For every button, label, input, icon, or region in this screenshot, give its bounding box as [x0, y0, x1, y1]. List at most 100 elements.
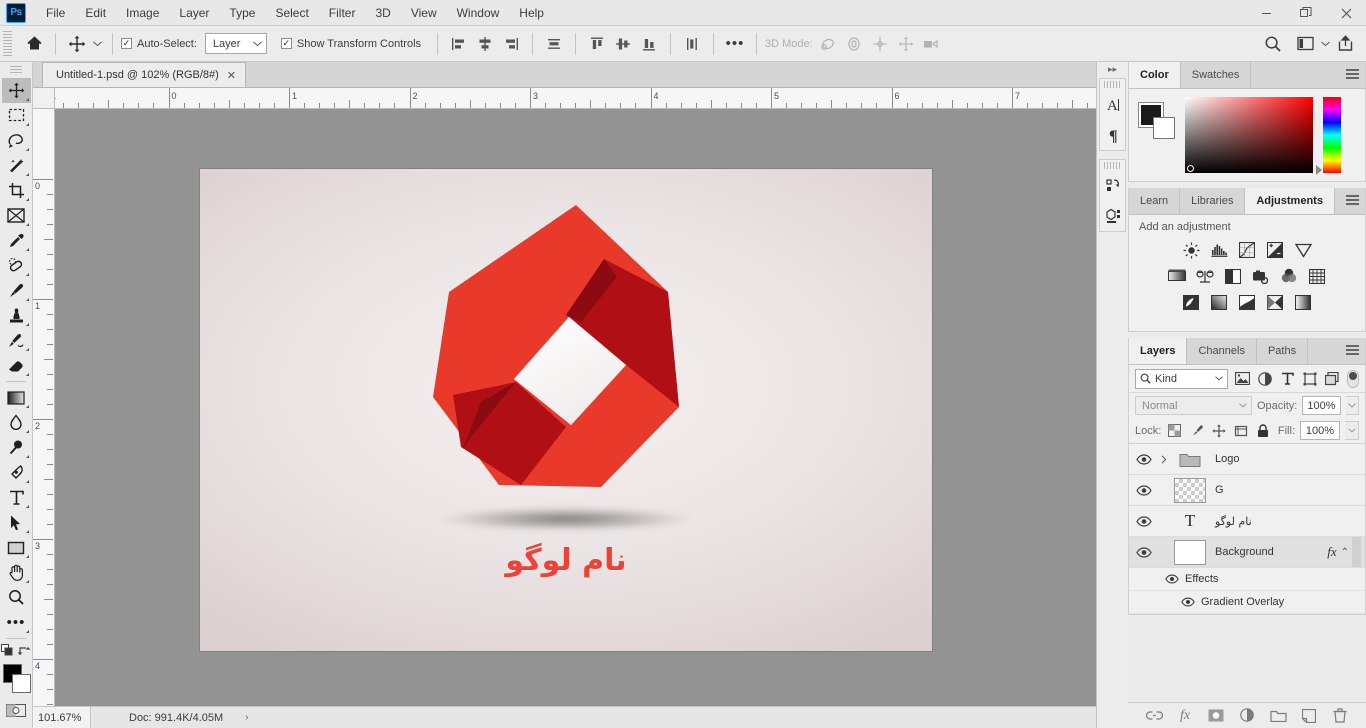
zoom-level-field[interactable]: 101.67% — [33, 707, 91, 728]
options-bar-grip[interactable] — [3, 30, 12, 57]
layer-row-background[interactable]: Background fx ⌃ — [1129, 537, 1365, 568]
background-color-swatch[interactable] — [11, 674, 31, 693]
filter-type-icon[interactable] — [1280, 371, 1296, 387]
opacity-stepper[interactable] — [1345, 396, 1359, 415]
healing-brush-tool[interactable] — [2, 253, 31, 278]
menu-3d[interactable]: 3D — [365, 2, 400, 24]
black-white-icon[interactable] — [1224, 267, 1243, 285]
auto-select-checkbox-box[interactable]: ✓ — [121, 38, 132, 49]
expand-panels-icon[interactable]: ▸▸ — [1097, 62, 1128, 76]
vertical-ruler[interactable]: 0 1 2 3 4 — [33, 109, 55, 706]
auto-select-scope-dropdown[interactable]: Layer — [204, 33, 267, 54]
type-tool[interactable] — [2, 485, 31, 510]
threshold-icon[interactable] — [1238, 293, 1257, 311]
align-right-edges-icon[interactable] — [498, 31, 524, 57]
layer-list-scrollbar[interactable] — [1352, 537, 1361, 567]
eye-icon[interactable] — [1129, 546, 1159, 558]
rail-grip[interactable] — [1104, 81, 1121, 88]
pen-tool[interactable] — [2, 460, 31, 485]
menu-layer[interactable]: Layer — [169, 2, 219, 24]
brightness-contrast-icon[interactable] — [1182, 241, 1201, 259]
fill-stepper[interactable] — [1345, 421, 1359, 440]
document-tab[interactable]: Untitled-1.psd @ 102% (RGB/8#) ✕ — [42, 62, 247, 87]
crop-tool[interactable] — [2, 178, 31, 203]
workspace-icon[interactable] — [1292, 31, 1318, 57]
status-expand-icon[interactable]: › — [245, 712, 248, 723]
new-group-icon[interactable] — [1269, 707, 1287, 725]
distribute-horizontal-icon[interactable] — [541, 31, 567, 57]
actions-panel-icon[interactable] — [1100, 171, 1128, 201]
eye-icon[interactable] — [1129, 453, 1159, 465]
hue-slider-handle[interactable] — [1316, 165, 1322, 175]
paragraph-panel-icon[interactable]: ¶ — [1100, 120, 1128, 150]
layer-row-logo[interactable]: Logo — [1129, 444, 1365, 475]
chevron-down-icon[interactable] — [1318, 31, 1332, 57]
tab-libraries[interactable]: Libraries — [1180, 188, 1246, 214]
filter-adjustment-icon[interactable] — [1257, 371, 1273, 387]
tab-color[interactable]: Color — [1129, 62, 1181, 88]
layer-row-text[interactable]: T نام لوگو — [1129, 506, 1365, 537]
zoom-camera-3d-icon[interactable] — [919, 31, 945, 57]
minimize-button[interactable] — [1246, 0, 1286, 26]
photo-filter-icon[interactable] — [1252, 267, 1271, 285]
eye-icon[interactable] — [1181, 597, 1195, 607]
more-options-button[interactable]: ••• — [722, 31, 748, 57]
magic-wand-tool[interactable] — [2, 153, 31, 178]
menu-filter[interactable]: Filter — [319, 2, 366, 24]
tab-channels[interactable]: Channels — [1187, 338, 1257, 364]
auto-select-checkbox[interactable]: ✓ Auto-Select: — [121, 38, 197, 50]
dodge-tool[interactable] — [2, 435, 31, 460]
horizontal-ruler[interactable]: 1 0 1 2 3 4 5 6 7 — [55, 88, 1096, 109]
menu-window[interactable]: Window — [447, 2, 510, 24]
invert-icon[interactable] — [1182, 293, 1201, 311]
collapse-effects-icon[interactable]: ⌃ — [1341, 547, 1352, 558]
distribute-vertical-icon[interactable] — [679, 31, 705, 57]
swap-colors-icon[interactable] — [18, 644, 31, 657]
lock-transparent-pixels-icon[interactable] — [1166, 422, 1183, 439]
chevron-right-icon[interactable] — [1159, 454, 1169, 464]
add-layer-style-icon[interactable]: fx — [1176, 707, 1194, 725]
blur-tool[interactable] — [2, 410, 31, 435]
eye-icon[interactable] — [1129, 484, 1159, 496]
opacity-value[interactable]: 100% — [1302, 396, 1341, 415]
orbit-3d-icon[interactable] — [815, 31, 841, 57]
filter-shape-icon[interactable] — [1302, 371, 1318, 387]
close-icon[interactable]: ✕ — [227, 69, 236, 82]
quick-mask-button[interactable] — [5, 702, 27, 718]
default-colors-icon[interactable] — [1, 643, 14, 657]
eraser-tool[interactable] — [2, 353, 31, 378]
new-adjustment-layer-icon[interactable] — [1238, 707, 1256, 725]
align-top-edges-icon[interactable] — [584, 31, 610, 57]
layer-row-g[interactable]: G — [1129, 475, 1365, 506]
panel-menu-icon[interactable] — [1346, 345, 1359, 357]
lock-image-pixels-icon[interactable] — [1188, 422, 1205, 439]
show-transform-controls-checkbox[interactable]: ✓ Show Transform Controls — [280, 38, 421, 50]
menu-select[interactable]: Select — [265, 2, 318, 24]
menu-type[interactable]: Type — [219, 2, 265, 24]
gradient-tool[interactable] — [2, 385, 31, 410]
eye-icon[interactable] — [1165, 574, 1179, 584]
edit-toolbar-tool[interactable]: ••• — [2, 610, 31, 635]
lasso-tool[interactable] — [2, 128, 31, 153]
tab-adjustments[interactable]: Adjustments — [1245, 188, 1335, 214]
blend-mode-dropdown[interactable]: Normal — [1135, 396, 1252, 415]
eye-icon[interactable] — [1129, 515, 1159, 527]
roll-3d-icon[interactable] — [841, 31, 867, 57]
tool-preset-chevron-icon[interactable] — [90, 31, 104, 57]
type-layer-icon[interactable]: T — [1174, 509, 1206, 534]
color-lookup-icon[interactable] — [1308, 267, 1327, 285]
hue-slider[interactable] — [1316, 97, 1341, 175]
panel-menu-icon[interactable] — [1346, 69, 1359, 81]
filter-toggle[interactable] — [1347, 369, 1360, 388]
slide-3d-icon[interactable] — [893, 31, 919, 57]
path-selection-tool[interactable] — [2, 510, 31, 535]
rectangular-marquee-tool[interactable] — [2, 103, 31, 128]
align-vertical-centers-icon[interactable] — [610, 31, 636, 57]
menu-help[interactable]: Help — [509, 2, 554, 24]
clone-stamp-tool[interactable] — [2, 303, 31, 328]
brush-tool[interactable] — [2, 278, 31, 303]
exposure-icon[interactable] — [1266, 241, 1285, 259]
fill-value[interactable]: 100% — [1300, 421, 1340, 440]
move-tool[interactable] — [1, 78, 31, 103]
menu-image[interactable]: Image — [116, 2, 169, 24]
